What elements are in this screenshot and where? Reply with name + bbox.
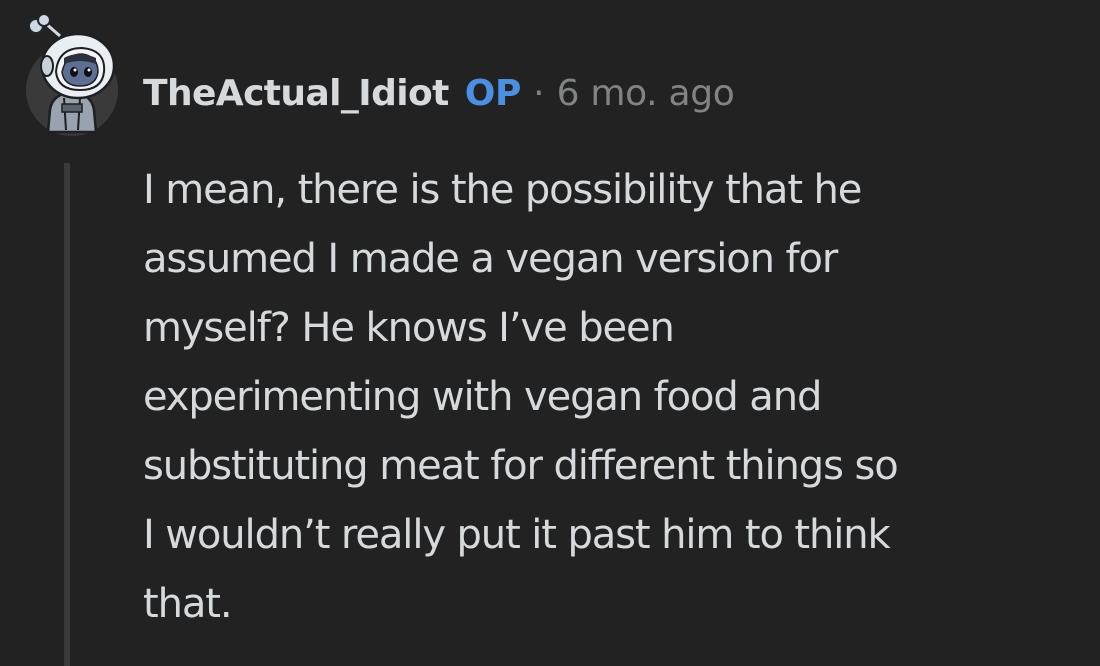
op-badge: OP	[464, 73, 522, 114]
comment-body-line: I mean, there is the possibility that he	[143, 167, 862, 213]
comment-body-line: assumed I made a vegan version for	[143, 236, 838, 282]
comment-timestamp[interactable]: 6 mo. ago	[557, 72, 735, 116]
meta-separator: ·	[533, 73, 545, 114]
snoo-astronaut-avatar-icon	[26, 13, 118, 136]
author-username[interactable]: TheActual_Idiot	[143, 72, 449, 116]
comment: TheActual_Idiot OP · 6 mo. ago I mean, t…	[0, 0, 1100, 666]
comment-body-line: experimenting with vegan food and	[143, 374, 822, 420]
comment-body-line: substituting meat for different things s…	[143, 443, 899, 489]
comment-body-line: I wouldn’t really put it past him to thi…	[143, 512, 891, 558]
thread-collapse-line[interactable]	[64, 163, 70, 666]
comment-body-line: that.	[143, 581, 233, 627]
comment-body-line: myself? He knows I’ve been	[143, 305, 675, 351]
user-avatar-icon[interactable]	[22, 13, 122, 138]
comment-header: TheActual_Idiot OP · 6 mo. ago	[143, 72, 735, 116]
comment-body: I mean, there is the possibility that he…	[143, 156, 1063, 639]
